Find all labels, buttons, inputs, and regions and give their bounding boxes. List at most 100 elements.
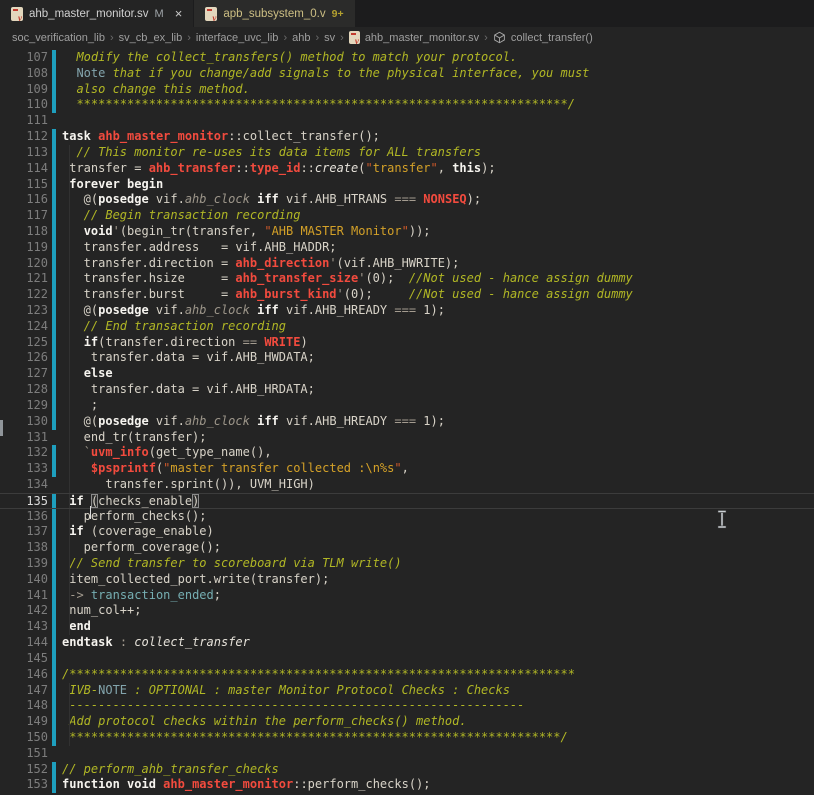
line-number[interactable]: 122 <box>0 287 50 303</box>
line-number[interactable]: 139 <box>0 556 50 572</box>
line-number[interactable]: 137 <box>0 524 50 540</box>
code-line[interactable]: 117 // Begin transaction recording <box>0 208 814 224</box>
code-line[interactable]: 109 also change this method. <box>0 82 814 98</box>
code-line[interactable]: 112task ahb_master_monitor::collect_tran… <box>0 129 814 145</box>
line-number[interactable]: 125 <box>0 335 50 351</box>
line-number[interactable]: 111 <box>0 113 50 129</box>
line-number[interactable]: 143 <box>0 619 50 635</box>
code-line[interactable]: 116 @(posedge vif.ahb_clock iff vif.AHB_… <box>0 192 814 208</box>
tab-ahb-master-monitor[interactable]: ahb_master_monitor.sv M × <box>0 0 193 27</box>
code-line[interactable]: 140 item_collected_port.write(transfer); <box>0 572 814 588</box>
line-number[interactable]: 141 <box>0 588 50 604</box>
line-number[interactable]: 120 <box>0 256 50 272</box>
code-line[interactable]: 132 `uvm_info(get_type_name(), <box>0 445 814 461</box>
code-line[interactable]: 119 transfer.address = vif.AHB_HADDR; <box>0 240 814 256</box>
line-number[interactable]: 131 <box>0 430 50 446</box>
line-number[interactable]: 121 <box>0 271 50 287</box>
code-line[interactable]: 122 transfer.burst = ahb_burst_kind'(0);… <box>0 287 814 303</box>
code-line[interactable]: 143 end <box>0 619 814 635</box>
code-line[interactable]: 144endtask : collect_transfer <box>0 635 814 651</box>
line-number[interactable]: 153 <box>0 777 50 793</box>
line-number[interactable]: 116 <box>0 192 50 208</box>
line-number[interactable]: 127 <box>0 366 50 382</box>
code-line[interactable]: 129 ; <box>0 398 814 414</box>
code-line[interactable]: 147 IVB-NOTE : OPTIONAL : master Monitor… <box>0 683 814 699</box>
code-area[interactable]: 107 Modify the collect_transfers() metho… <box>0 48 814 793</box>
code-line[interactable]: 134 transfer.sprint()), UVM_HIGH) <box>0 477 814 493</box>
line-number[interactable]: 129 <box>0 398 50 414</box>
code-line[interactable]: 141 -> transaction_ended; <box>0 588 814 604</box>
line-number[interactable]: 109 <box>0 82 50 98</box>
code-line[interactable]: 126 transfer.data = vif.AHB_HWDATA; <box>0 350 814 366</box>
code-line[interactable]: 136 perform_checks(); <box>0 509 814 525</box>
line-number[interactable]: 142 <box>0 603 50 619</box>
breadcrumb-item-sv-cb-ex-lib[interactable]: sv_cb_ex_lib <box>119 32 183 44</box>
code-line[interactable]: 124 // End transaction recording <box>0 319 814 335</box>
line-number[interactable]: 132 <box>0 445 50 461</box>
breadcrumb-item-ahb[interactable]: ahb <box>292 32 310 44</box>
line-number[interactable]: 128 <box>0 382 50 398</box>
code-line[interactable]: 135 if (checks_enable) <box>0 493 814 509</box>
breadcrumb-item-interface-uvc-lib[interactable]: interface_uvc_lib <box>196 32 279 44</box>
line-number[interactable]: 112 <box>0 129 50 145</box>
code-line[interactable]: 151 <box>0 746 814 762</box>
code-line[interactable]: 113 // This monitor re-uses its data ite… <box>0 145 814 161</box>
code-line[interactable]: 138 perform_coverage(); <box>0 540 814 556</box>
code-line[interactable]: 123 @(posedge vif.ahb_clock iff vif.AHB_… <box>0 303 814 319</box>
code-line[interactable]: 130 @(posedge vif.ahb_clock iff vif.AHB_… <box>0 414 814 430</box>
line-number[interactable]: 150 <box>0 730 50 746</box>
code-line[interactable]: 110 ************************************… <box>0 97 814 113</box>
line-number[interactable]: 114 <box>0 161 50 177</box>
tab-apb-subsystem[interactable]: apb_subsystem_0.v 9+ <box>194 0 354 27</box>
code-line[interactable]: 121 transfer.hsize = ahb_transfer_size'(… <box>0 271 814 287</box>
code-line[interactable]: 107 Modify the collect_transfers() metho… <box>0 50 814 66</box>
code-line[interactable]: 145 <box>0 651 814 667</box>
line-number[interactable]: 149 <box>0 714 50 730</box>
breadcrumb-item-sv[interactable]: sv <box>324 32 335 44</box>
line-number[interactable]: 152 <box>0 762 50 778</box>
code-line[interactable]: 128 transfer.data = vif.AHB_HRDATA; <box>0 382 814 398</box>
line-number[interactable]: 126 <box>0 350 50 366</box>
code-line[interactable]: 120 transfer.direction = ahb_direction'(… <box>0 256 814 272</box>
code-line[interactable]: 115 forever begin <box>0 177 814 193</box>
breadcrumb-item-symbol[interactable]: collect_transfer() <box>511 32 593 44</box>
line-number[interactable]: 151 <box>0 746 50 762</box>
line-number[interactable]: 119 <box>0 240 50 256</box>
line-number[interactable]: 133 <box>0 461 50 477</box>
line-number[interactable]: 134 <box>0 477 50 493</box>
line-number[interactable]: 144 <box>0 635 50 651</box>
code-line[interactable]: 149 Add protocol checks within the perfo… <box>0 714 814 730</box>
code-line[interactable]: 111 <box>0 113 814 129</box>
code-line[interactable]: 131 end_tr(transfer); <box>0 430 814 446</box>
line-number[interactable]: 135 <box>0 494 50 508</box>
code-line[interactable]: 150 ************************************… <box>0 730 814 746</box>
line-number[interactable]: 124 <box>0 319 50 335</box>
line-number[interactable]: 107 <box>0 50 50 66</box>
line-number[interactable]: 117 <box>0 208 50 224</box>
code-line[interactable]: 137 if (coverage_enable) <box>0 524 814 540</box>
line-number[interactable]: 118 <box>0 224 50 240</box>
line-number[interactable]: 145 <box>0 651 50 667</box>
code-line[interactable]: 125 if(transfer.direction == WRITE) <box>0 335 814 351</box>
line-number[interactable]: 138 <box>0 540 50 556</box>
code-line[interactable]: 146/************************************… <box>0 667 814 683</box>
line-number[interactable]: 123 <box>0 303 50 319</box>
line-number[interactable]: 140 <box>0 572 50 588</box>
code-line[interactable]: 139 // Send transfer to scoreboard via T… <box>0 556 814 572</box>
code-line[interactable]: 133 $psprintf("master transfer collected… <box>0 461 814 477</box>
breadcrumb-item-file[interactable]: ahb_master_monitor.sv <box>365 32 479 44</box>
line-number[interactable]: 130 <box>0 414 50 430</box>
line-number[interactable]: 115 <box>0 177 50 193</box>
code-line[interactable]: 127 else <box>0 366 814 382</box>
line-number[interactable]: 108 <box>0 66 50 82</box>
line-number[interactable]: 136 <box>0 509 50 525</box>
code-line[interactable]: 108 Note that if you change/add signals … <box>0 66 814 82</box>
line-number[interactable]: 110 <box>0 97 50 113</box>
code-line[interactable]: 152// perform_ahb_transfer_checks <box>0 762 814 778</box>
line-number[interactable]: 148 <box>0 698 50 714</box>
code-line[interactable]: 114 transfer = ahb_transfer::type_id::cr… <box>0 161 814 177</box>
breadcrumb-item-soc-verification-lib[interactable]: soc_verification_lib <box>12 32 105 44</box>
close-icon[interactable]: × <box>175 7 183 20</box>
code-line[interactable]: 142 num_col++; <box>0 603 814 619</box>
line-number[interactable]: 113 <box>0 145 50 161</box>
